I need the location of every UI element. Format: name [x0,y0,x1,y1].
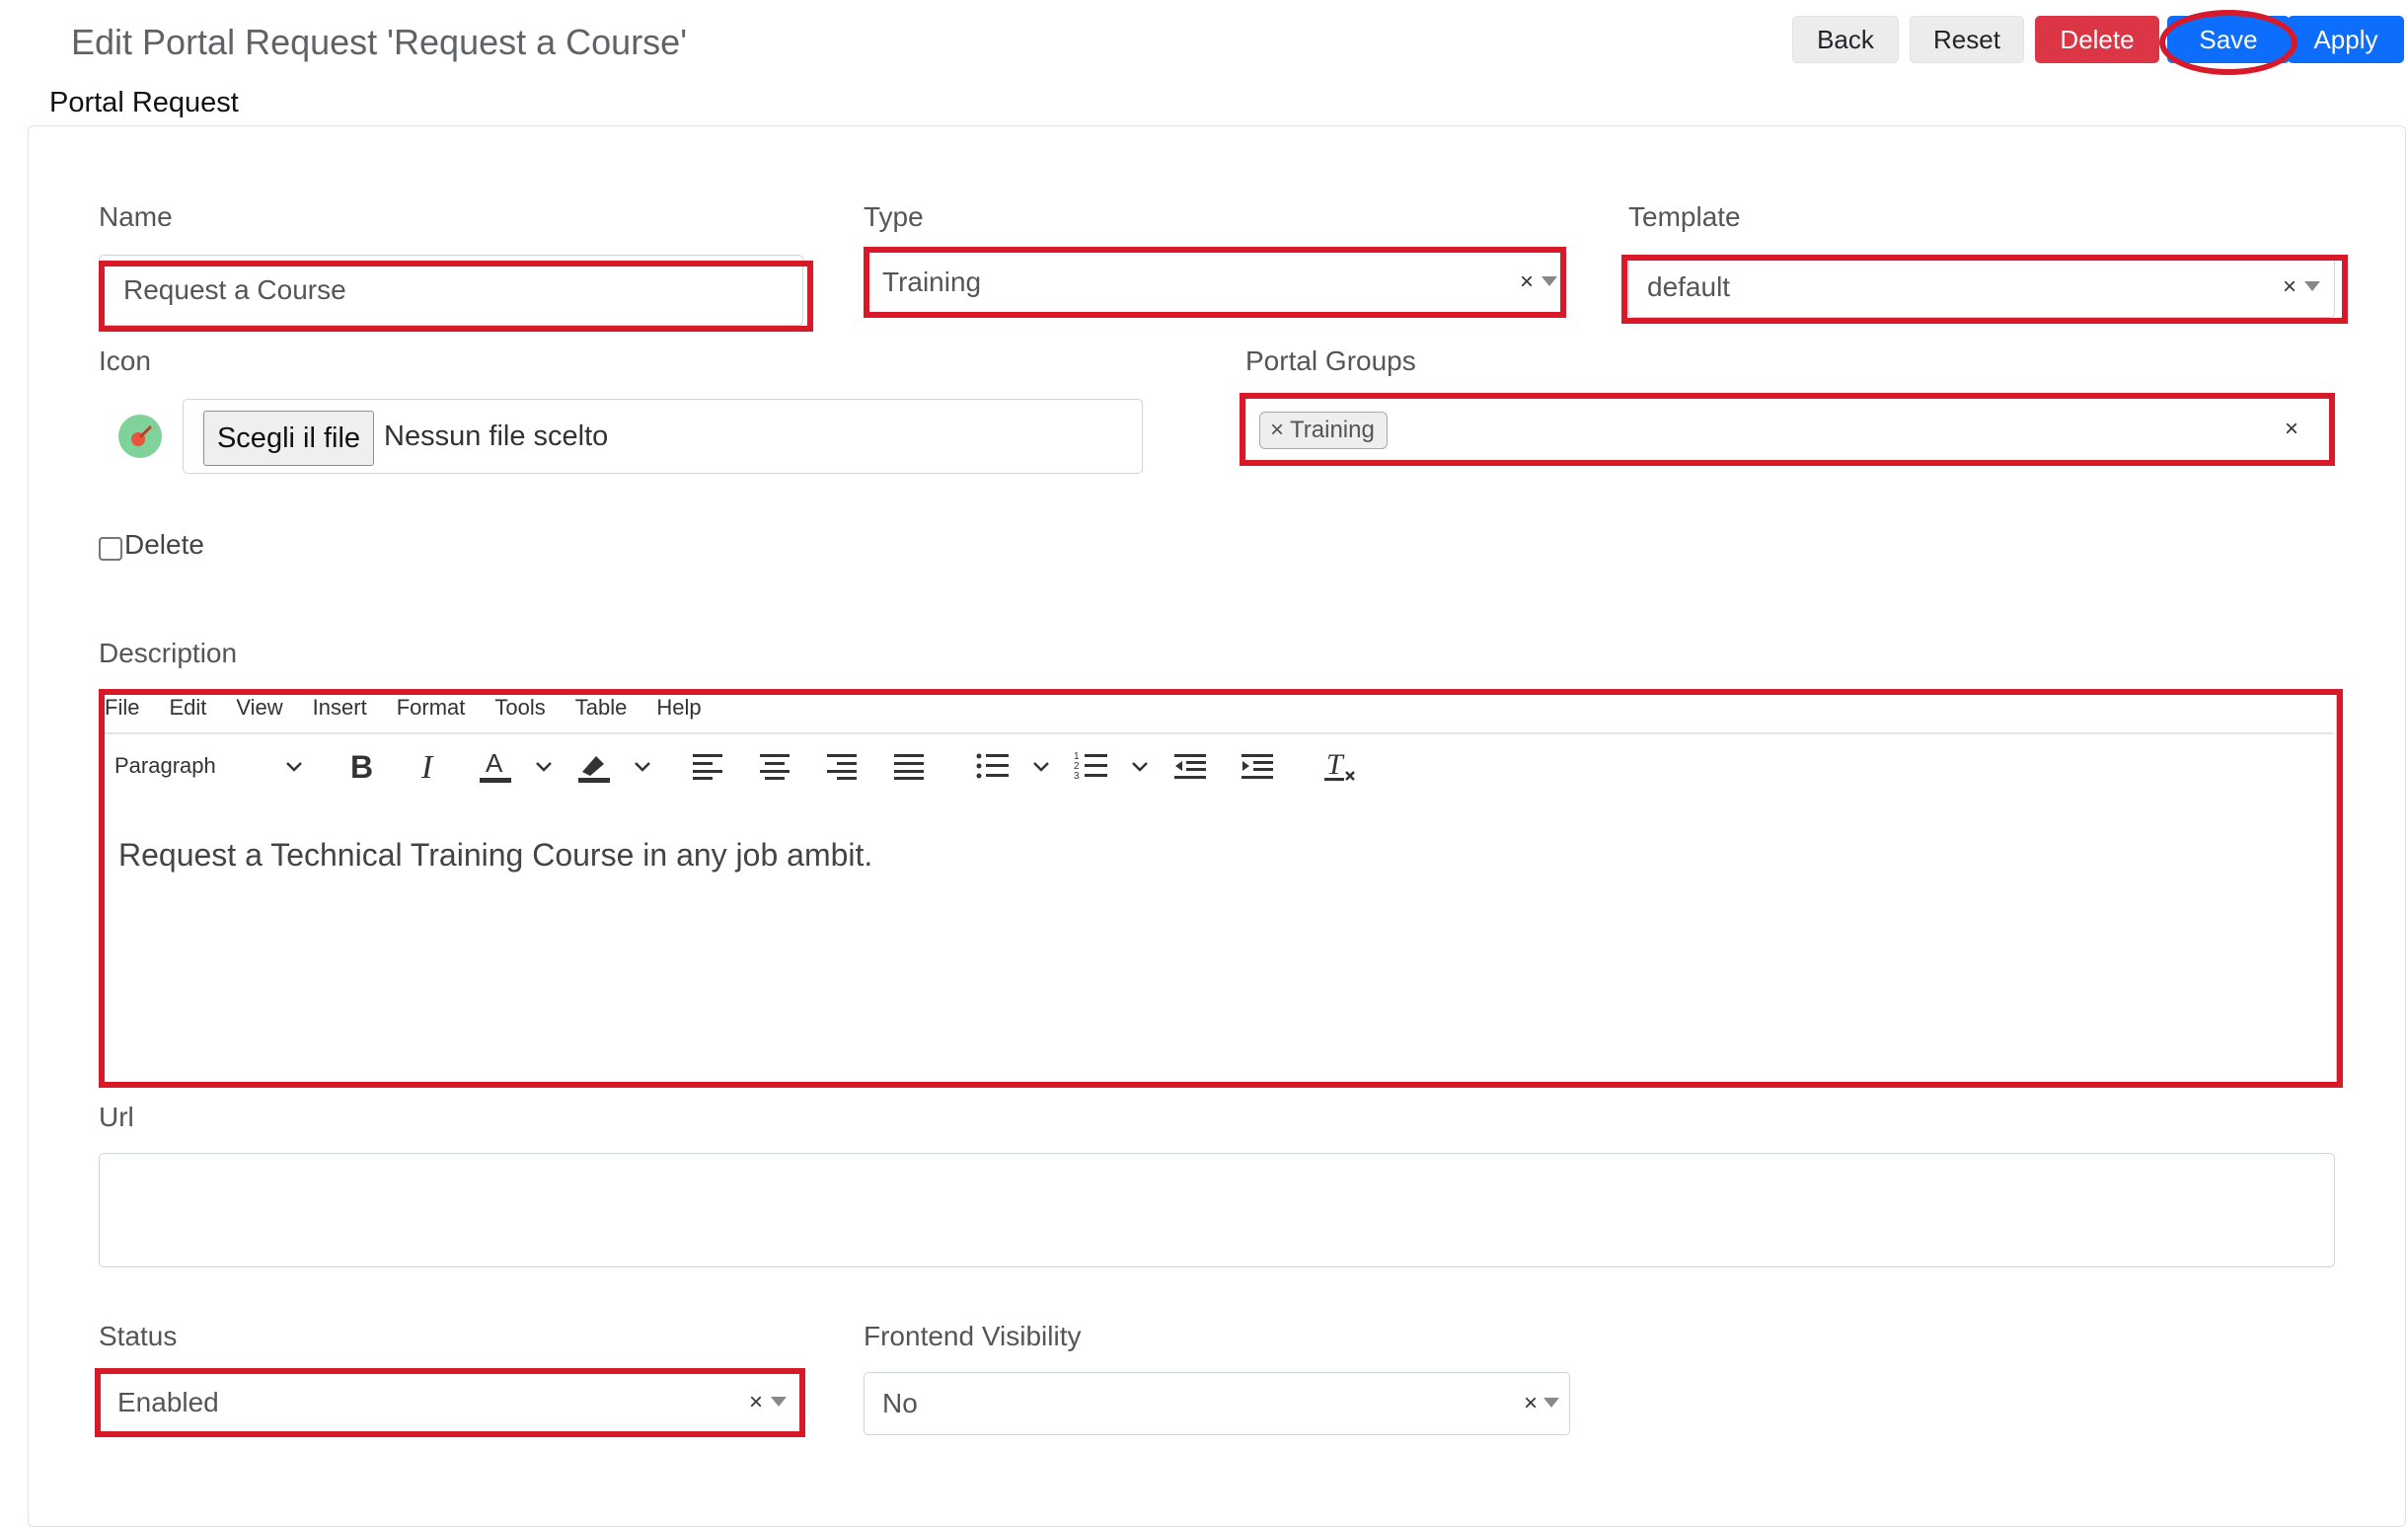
align-center-button[interactable] [756,746,793,786]
indent-icon [1242,754,1273,779]
highlight-color-button[interactable] [572,746,616,786]
portal-groups-clear-icon[interactable]: × [2285,416,2298,443]
type-label: Type [864,201,924,232]
menu-format[interactable]: Format [397,695,466,734]
template-clear-icon[interactable]: × [2283,273,2296,301]
delete-icon-checkbox[interactable] [99,537,122,561]
name-value: Request a Course [123,274,346,305]
status-label: Status [99,1321,178,1351]
align-right-button[interactable] [823,746,861,786]
svg-text:B: B [350,750,373,782]
italic-icon: I [420,750,434,782]
italic-button[interactable]: I [409,746,448,786]
type-select[interactable]: Training × [864,249,1566,316]
menu-view[interactable]: View [236,695,282,734]
back-button[interactable]: Back [1792,16,1899,63]
bullet-list-dropdown[interactable] [1028,746,1054,786]
menubar-divider [105,732,2333,734]
name-label: Name [99,201,173,232]
template-select[interactable]: default × [1628,257,2335,318]
file-status-text: Nessun file scelto [384,420,609,452]
tag-label: Training [1290,417,1375,443]
text-color-dropdown[interactable] [531,746,557,786]
align-center-icon [760,754,790,780]
align-justify-button[interactable] [890,746,928,786]
align-justify-icon [894,754,924,780]
text-color-icon: A [480,748,511,783]
icon-preview [118,415,162,458]
clear-formatting-icon: T [1324,748,1355,781]
portal-groups-label: Portal Groups [1245,345,1416,376]
highlight-color-dropdown[interactable] [630,746,655,786]
numbered-list-dropdown[interactable] [1127,746,1153,786]
type-value: Training [882,267,982,297]
block-format-dropdown[interactable]: Paragraph [114,746,312,786]
svg-text:T: T [1326,748,1345,781]
chevron-down-icon [635,762,650,772]
frontend-visibility-value: No [882,1388,918,1418]
tag-remove-icon[interactable]: × [1270,417,1284,444]
chevron-down-icon [1132,762,1148,772]
status-clear-icon[interactable]: × [749,1389,763,1416]
bold-icon: B [350,750,373,782]
save-highlight-ellipse [2159,10,2297,75]
portal-groups-select[interactable]: × [1245,397,2331,462]
url-input[interactable] [99,1153,2335,1267]
align-left-icon [693,754,722,780]
bold-button[interactable]: B [341,746,381,786]
editor-menubar: File Edit View Insert Format Tools Table… [105,695,731,734]
align-left-button[interactable] [689,746,726,786]
svg-text:I: I [420,750,434,782]
type-clear-icon[interactable]: × [1520,268,1534,296]
delete-button[interactable]: Delete [2035,16,2159,63]
page-title: Edit Portal Request 'Request a Course' [71,22,688,62]
template-label: Template [1628,201,1741,232]
clear-formatting-button[interactable]: T [1320,746,1360,786]
svg-text:A: A [486,748,503,778]
description-text[interactable]: Request a Technical Training Course in a… [118,837,872,874]
menu-edit[interactable]: Edit [169,695,206,734]
chevron-down-icon [286,762,302,772]
apply-button[interactable]: Apply [2288,16,2404,63]
portal-group-tag: × Training [1259,412,1388,449]
bullet-list-icon [976,753,1009,779]
status-caret-icon [771,1397,787,1407]
status-value: Enabled [117,1387,219,1417]
menu-file[interactable]: File [105,695,139,734]
frontend-visibility-label: Frontend Visibility [864,1321,1082,1351]
pin-icon [131,425,152,446]
bullet-list-button[interactable] [973,746,1013,786]
numbered-list-button[interactable]: 1 2 3 [1072,746,1111,786]
outdent-button[interactable] [1170,746,1210,786]
icon-label: Icon [99,345,151,376]
frontend-visibility-select[interactable]: No × [864,1372,1570,1435]
frontend-visibility-clear-icon[interactable]: × [1524,1390,1538,1417]
url-label: Url [99,1102,134,1132]
status-select[interactable]: Enabled × [99,1372,801,1433]
menu-help[interactable]: Help [656,695,701,734]
section-title: Portal Request [49,87,239,118]
chevron-down-icon [536,762,552,772]
block-format-label: Paragraph [114,753,216,778]
frontend-visibility-caret-icon [1543,1398,1559,1408]
indent-button[interactable] [1238,746,1277,786]
highlighter-icon [578,756,610,783]
numbered-list-icon: 1 2 3 [1074,751,1107,782]
outdent-icon [1174,754,1206,779]
menu-table[interactable]: Table [575,695,628,734]
description-label: Description [99,638,238,668]
align-right-icon [827,754,857,780]
type-caret-icon [1542,276,1557,286]
template-value: default [1647,271,1731,302]
text-color-button[interactable]: A [474,746,517,786]
menu-insert[interactable]: Insert [313,695,367,734]
template-caret-icon [2304,281,2320,291]
choose-file-button[interactable]: Scegli il file [203,411,374,466]
reset-button[interactable]: Reset [1910,16,2024,63]
delete-icon-label: Delete [124,529,204,560]
svg-text:3: 3 [1074,771,1080,782]
name-input[interactable]: Request a Course [99,255,803,326]
chevron-down-icon [1033,762,1049,772]
menu-tools[interactable]: Tools [494,695,545,734]
